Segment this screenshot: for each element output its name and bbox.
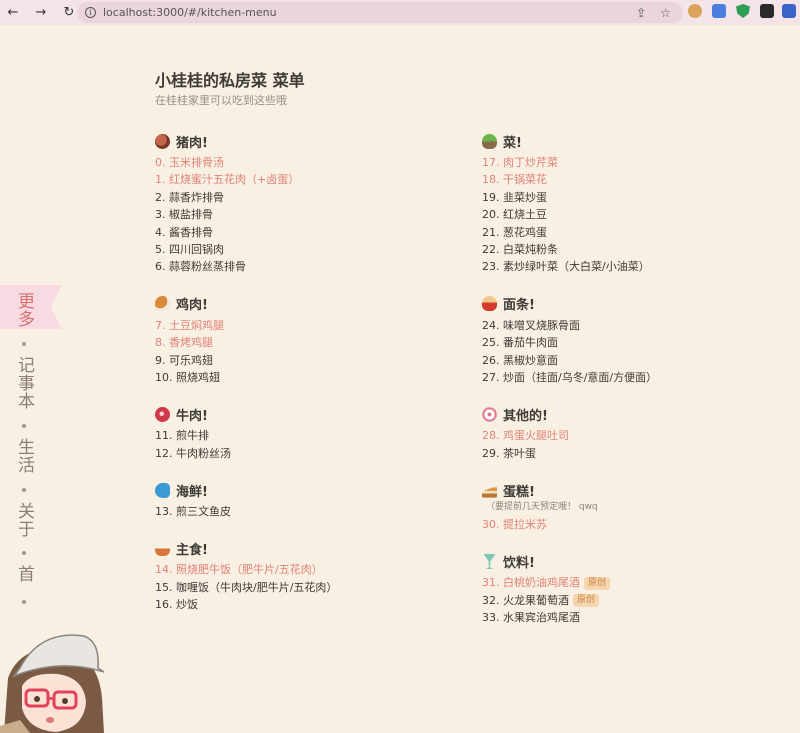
section-others: 其他的! 28. 鸡蛋火腿吐司 29. 茶叶蛋 <box>482 401 800 462</box>
section-vegetables: 菜! 17. 肉丁炒芹菜 18. 干锅菜花 19. 韭菜炒蛋 20. 红烧土豆 … <box>482 128 800 276</box>
avatar[interactable] <box>0 628 110 733</box>
menu-item: 0. 玉米排骨汤 <box>155 156 224 169</box>
cocktail-icon <box>483 553 496 569</box>
menu-item: 32. 火龙果葡萄酒 原创 <box>482 592 800 609</box>
menu-item: 24. 味噌叉烧豚骨面 <box>482 318 580 332</box>
nav-separator <box>22 342 26 346</box>
menu-item: 1. 红烧蜜汁五花肉（+卤蛋） <box>155 173 300 187</box>
menu-item: 27. 炒面（挂面/乌冬/意面/方便面） <box>482 370 658 384</box>
menu-item: 11. 煎牛排 <box>155 429 209 443</box>
section-title: 主食! <box>176 542 208 558</box>
menu-item: 20. 红烧土豆 <box>482 208 547 222</box>
section-chicken: 鸡肉! 7. 土豆焖鸡腿 8. 香烤鸡腿 9. 可乐鸡翅 10. 照烧鸡翅 <box>155 291 465 387</box>
page-title: 小桂桂的私房菜 菜单 <box>155 71 305 90</box>
menu-item: 16. 炒饭 <box>155 598 198 612</box>
menu-item: 4. 酱香排骨 <box>155 225 213 239</box>
menu-item: 25. 番茄牛肉面 <box>482 336 558 350</box>
section-title: 猪肉! <box>176 135 208 151</box>
section-title: 牛肉! <box>176 408 208 424</box>
section-cake: 蛋糕! （要提前几天预定哦！ qwq 30. 提拉米苏 <box>482 477 800 533</box>
menu-item: 30. 提拉米苏 <box>482 518 547 532</box>
reload-icon[interactable]: ↻ <box>62 6 76 20</box>
noodle-bowl-icon <box>482 296 497 312</box>
menu-item: 6. 蒜蓉粉丝蒸排骨 <box>155 260 246 274</box>
nav-separator <box>22 488 26 492</box>
section-title: 蛋糕! <box>503 484 535 500</box>
salad-icon <box>482 133 497 149</box>
shield-extension-icon[interactable] <box>736 4 750 18</box>
section-title: 其他的! <box>503 408 548 424</box>
section-noodles: 面条! 24. 味噌叉烧豚骨面 25. 番茄牛肉面 26. 黑椒炒意面 27. … <box>482 291 800 387</box>
menu-item: 13. 煎三文鱼皮 <box>155 505 231 519</box>
address-bar[interactable]: i localhost:3000/#/kitchen-menu ⇪ ☆ <box>77 2 683 23</box>
section-title: 海鲜! <box>176 484 208 500</box>
star-icon[interactable]: ☆ <box>660 6 671 20</box>
menu-item: 23. 素炒绿叶菜（大白菜/小油菜） <box>482 260 650 274</box>
meat-icon <box>155 133 170 149</box>
menu-item: 31. 白桃奶油鸡尾酒 原创 <box>482 574 800 591</box>
menu-item: 15. 咖喱饭（牛肉块/肥牛片/五花肉） <box>155 580 338 594</box>
section-drinks: 饮料! 31. 白桃奶油鸡尾酒 原创 32. 火龙果葡萄酒 原创 33. 水果宾… <box>482 548 800 626</box>
back-arrow-icon[interactable]: ← <box>6 6 20 20</box>
nav-separator <box>22 600 26 604</box>
menu-item: 28. 鸡蛋火腿吐司 <box>482 429 569 443</box>
side-panel-icon[interactable] <box>782 4 796 18</box>
info-icon[interactable]: i <box>85 7 96 18</box>
page-subtitle: 在桂桂家里可以吃到这些哦 <box>155 94 287 107</box>
dark-mode-extension-icon[interactable] <box>760 4 774 18</box>
nav-item-life[interactable]: 生活 <box>14 438 37 474</box>
nav-item-notebook[interactable]: 记事本 <box>14 356 37 410</box>
chicken-leg-icon <box>155 296 170 312</box>
section-title: 面条! <box>503 298 535 314</box>
menu-item: 29. 茶叶蛋 <box>482 446 536 460</box>
section-seafood: 海鲜! 13. 煎三文鱼皮 <box>155 477 465 520</box>
menu-item: 18. 干锅菜花 <box>482 173 547 187</box>
rice-bowl-icon <box>155 540 170 556</box>
original-tag: 原创 <box>584 576 611 590</box>
section-beef: 牛肉! 11. 煎牛排 12. 牛肉粉丝汤 <box>155 401 465 462</box>
menu-item: 17. 肉丁炒芹菜 <box>482 156 558 169</box>
menu-item-text: 31. 白桃奶油鸡尾酒 <box>482 576 580 590</box>
translate-extension-icon[interactable] <box>712 4 726 18</box>
menu-item-text: 32. 火龙果葡萄酒 <box>482 593 569 607</box>
menu-item: 2. 蒜香炸排骨 <box>155 190 224 204</box>
nav-separator <box>22 551 26 555</box>
section-title: 鸡肉! <box>176 298 208 314</box>
section-note: （要提前几天预定哦！ qwq <box>486 502 598 513</box>
section-pork: 猪肉! 0. 玉米排骨汤 1. 红烧蜜汁五花肉（+卤蛋） 2. 蒜香炸排骨 3.… <box>155 128 465 276</box>
menu-item: 10. 照烧鸡翅 <box>155 370 220 384</box>
menu-item: 8. 香烤鸡腿 <box>155 336 213 350</box>
menu-item: 19. 韭菜炒蛋 <box>482 190 547 204</box>
share-icon[interactable]: ⇪ <box>636 6 646 20</box>
original-tag: 原创 <box>573 594 600 608</box>
steak-icon <box>155 406 170 422</box>
menu-item: 26. 黑椒炒意面 <box>482 353 558 367</box>
menu-column-right: 菜! 17. 肉丁炒芹菜 18. 干锅菜花 19. 韭菜炒蛋 20. 红烧土豆 … <box>482 128 800 642</box>
section-title: 菜! <box>503 135 522 151</box>
browser-toolbar: ← → ↻ i localhost:3000/#/kitchen-menu ⇪ … <box>0 0 800 25</box>
section-title: 饮料! <box>503 555 535 571</box>
menu-column-left: 猪肉! 0. 玉米排骨汤 1. 红烧蜜汁五花肉（+卤蛋） 2. 蒜香炸排骨 3.… <box>155 128 465 629</box>
cake-icon <box>482 485 497 498</box>
menu-item: 7. 土豆焖鸡腿 <box>155 318 224 332</box>
menu-item: 33. 水果宾治鸡尾酒 <box>482 611 580 625</box>
section-staple: 主食! 14. 照烧肥牛饭（肥牛片/五花肉） 15. 咖喱饭（牛肉块/肥牛片/五… <box>155 535 465 613</box>
menu-item: 9. 可乐鸡翅 <box>155 353 213 367</box>
nav-item-home[interactable]: 首 <box>14 565 37 583</box>
menu-item: 14. 照烧肥牛饭（肥牛片/五花肉） <box>155 563 323 577</box>
menu-item: 5. 四川回锅肉 <box>155 242 224 256</box>
menu-item: 22. 白菜炖粉条 <box>482 242 558 256</box>
menu-item: 12. 牛肉粉丝汤 <box>155 446 231 460</box>
forward-arrow-icon[interactable]: → <box>34 6 48 20</box>
nav-separator <box>22 424 26 428</box>
cookie-extension-icon[interactable] <box>688 4 702 18</box>
fishcake-icon <box>482 406 497 422</box>
nav-item-about[interactable]: 关于 <box>14 502 37 538</box>
url-text[interactable]: localhost:3000/#/kitchen-menu <box>103 6 277 19</box>
nav-item-more[interactable]: 更多 <box>14 292 37 328</box>
menu-item: 21. 葱花鸡蛋 <box>482 225 547 239</box>
fish-icon <box>155 482 170 498</box>
menu-item: 3. 椒盐排骨 <box>155 208 213 222</box>
